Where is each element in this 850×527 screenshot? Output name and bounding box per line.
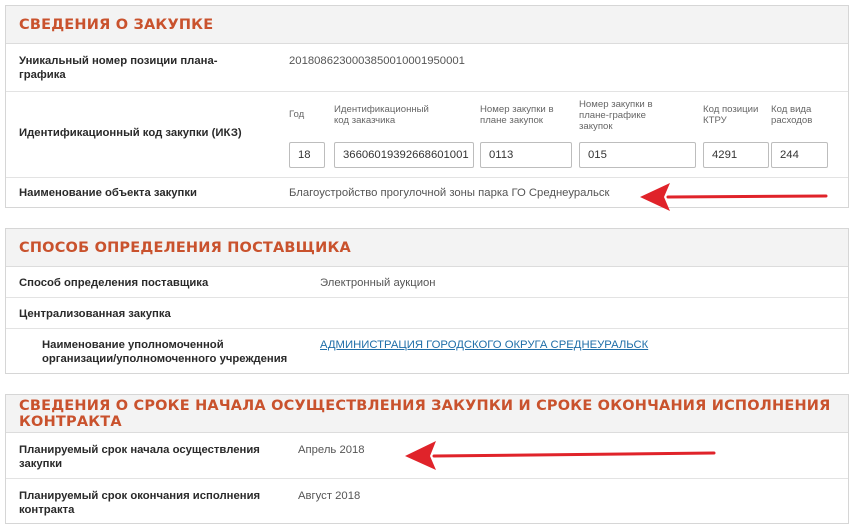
ikz-plan-number-caption: Номер закупки в плане закупок [480, 104, 554, 126]
deadlines-panel: СВЕДЕНИЯ О СРОКЕ НАЧАЛА ОСУЩЕСТВЛЕНИЯ ЗА… [5, 394, 849, 524]
object-name-label: Наименование объекта закупки [19, 187, 197, 199]
authorized-org-row: Наименование уполномоченной организации/… [6, 329, 848, 373]
ikz-ktru-code-field[interactable]: 4291 [703, 142, 769, 168]
ikz-row: Идентификационный код закупки (ИКЗ) Год … [6, 92, 848, 178]
ikz-customer-code: Идентификационный код заказчика 36606019… [334, 92, 479, 178]
ikz-schedule-number: Номер закупки в плане-графике закупок 01… [579, 92, 699, 178]
ikz-customer-code-caption: Идентификационный код заказчика [334, 104, 429, 126]
centralized-label: Централизованная закупка [19, 308, 171, 320]
supplier-method-panel: СПОСОБ ОПРЕДЕЛЕНИЯ ПОСТАВЩИКА Способ опр… [5, 228, 849, 374]
deadlines-title: СВЕДЕНИЯ О СРОКЕ НАЧАЛА ОСУЩЕСТВЛЕНИЯ ЗА… [19, 397, 831, 430]
ikz-plan-number: Номер закупки в плане закупок 0113 [480, 92, 575, 178]
method-value: Электронный аукцион [320, 277, 436, 289]
ikz-plan-number-field[interactable]: 0113 [480, 142, 572, 168]
method-label: Способ определения поставщика [19, 277, 209, 289]
purchase-info-title: СВЕДЕНИЯ О ЗАКУПКЕ [19, 16, 214, 33]
authorized-org-label: Наименование уполномоченной организации/… [42, 339, 288, 365]
unique-number-row: Уникальный номер позиции плана-графика 2… [6, 44, 848, 92]
ikz-schedule-number-field[interactable]: 015 [579, 142, 696, 168]
ikz-schedule-number-caption: Номер закупки в плане-графике закупок [579, 99, 653, 132]
start-date-label: Планируемый срок начала осуществления за… [19, 444, 260, 470]
unique-number-label: Уникальный номер позиции плана-графика [19, 55, 218, 81]
start-date-value: Апрель 2018 [298, 444, 365, 456]
start-date-row: Планируемый срок начала осуществления за… [6, 433, 848, 479]
ikz-year: Год 18 [289, 92, 329, 178]
ikz-label: Идентификационный код закупки (ИКЗ) [19, 127, 242, 139]
authorized-org-link[interactable]: АДМИНИСТРАЦИЯ ГОРОДСКОГО ОКРУГА СРЕДНЕУР… [320, 338, 648, 352]
ikz-ktru-code-caption: Код позиции КТРУ [703, 104, 759, 126]
deadlines-header: СВЕДЕНИЯ О СРОКЕ НАЧАЛА ОСУЩЕСТВЛЕНИЯ ЗА… [6, 395, 848, 433]
supplier-method-header: СПОСОБ ОПРЕДЕЛЕНИЯ ПОСТАВЩИКА [6, 229, 848, 267]
unique-number-value: 2018086230003850010001950001 [289, 55, 465, 67]
ikz-year-field[interactable]: 18 [289, 142, 325, 168]
ikz-expense-code-field[interactable]: 244 [771, 142, 828, 168]
supplier-method-title: СПОСОБ ОПРЕДЕЛЕНИЯ ПОСТАВЩИКА [19, 239, 351, 256]
purchase-info-panel: СВЕДЕНИЯ О ЗАКУПКЕ Уникальный номер пози… [5, 5, 849, 208]
ikz-expense-code-caption: Код вида расходов [771, 104, 813, 126]
object-name-value: Благоустройство прогулочной зоны парка Г… [289, 187, 610, 199]
end-date-label: Планируемый срок окончания исполнения ко… [19, 490, 261, 516]
object-name-row: Наименование объекта закупки Благоустрой… [6, 178, 848, 208]
ikz-ktru-code: Код позиции КТРУ 4291 [703, 92, 771, 178]
centralized-row: Централизованная закупка [6, 298, 848, 329]
end-date-value: Август 2018 [298, 490, 361, 502]
ikz-expense-code: Код вида расходов 244 [771, 92, 831, 178]
method-row: Способ определения поставщика Электронны… [6, 267, 848, 298]
end-date-row: Планируемый срок окончания исполнения ко… [6, 479, 848, 523]
ikz-customer-code-field[interactable]: 36606019392668601001 [334, 142, 474, 168]
purchase-info-header: СВЕДЕНИЯ О ЗАКУПКЕ [6, 6, 848, 44]
